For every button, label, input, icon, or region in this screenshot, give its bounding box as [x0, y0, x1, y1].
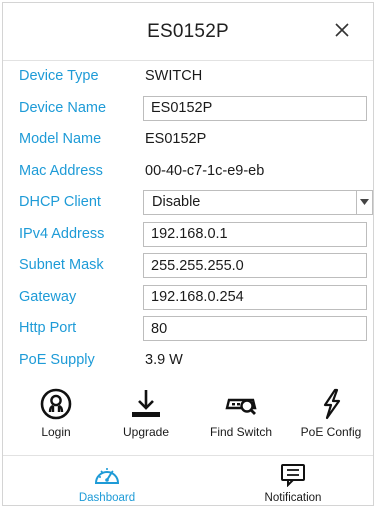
http-port-field[interactable] — [143, 316, 367, 341]
notification-icon — [279, 463, 307, 488]
gateway-field[interactable] — [143, 284, 367, 310]
login-label: Login — [41, 425, 71, 439]
device-name-field[interactable] — [143, 95, 367, 121]
device-info-list: Device Type SWITCH Device Name Model Nam… — [3, 61, 373, 376]
model-name-value: ES0152P — [145, 131, 207, 147]
upgrade-icon — [128, 386, 164, 422]
poe-config-button[interactable]: PoE Config — [286, 386, 376, 448]
subnet-mask-label: Subnet Mask — [19, 257, 104, 273]
device-type-value: SWITCH — [145, 68, 203, 84]
upgrade-label: Upgrade — [122, 425, 170, 439]
gateway-label: Gateway — [19, 288, 77, 305]
poe-config-label: PoE Config — [300, 425, 362, 439]
row-subnet-mask: Subnet Mask — [3, 250, 373, 282]
dhcp-client-value: Disable — [152, 194, 201, 210]
row-mac-address: Mac Address 00-40-c7-1c-e9-eb — [3, 156, 373, 188]
find-switch-button[interactable]: Find Switch — [196, 386, 286, 448]
device-title: ES0152P — [147, 21, 229, 42]
tab-notification[interactable]: Notification — [233, 463, 353, 507]
find-switch-label: Find Switch — [209, 425, 273, 439]
http-port-label: Http Port — [19, 320, 77, 336]
poe-config-icon — [313, 386, 349, 422]
panel-header: ES0152P — [3, 3, 373, 61]
bottom-tab-bar: Dashboard Notification — [3, 459, 373, 507]
tab-dashboard[interactable]: Dashboard — [47, 463, 167, 507]
row-model-name: Model Name ES0152P — [3, 124, 373, 156]
login-icon — [38, 386, 74, 422]
upgrade-button[interactable]: Upgrade — [101, 386, 191, 448]
row-ipv4-address: IPv4 Address — [3, 219, 373, 251]
device-name-label: Device Name — [19, 99, 107, 116]
ipv4-address-label: IPv4 Address — [19, 225, 105, 242]
row-device-name: Device Name — [3, 93, 373, 125]
tab-notification-label: Notification — [264, 492, 322, 504]
dhcp-client-select[interactable]: Disable — [143, 190, 373, 215]
find-switch-icon — [223, 386, 259, 422]
close-icon[interactable] — [329, 17, 355, 43]
poe-supply-label: PoE Supply — [19, 351, 95, 368]
row-poe-supply: PoE Supply 3.9 W — [3, 345, 373, 377]
row-gateway: Gateway — [3, 282, 373, 314]
subnet-mask-field[interactable] — [143, 253, 367, 278]
poe-supply-value: 3.9 W — [145, 351, 183, 368]
mac-address-value: 00-40-c7-1c-e9-eb — [145, 162, 265, 179]
row-http-port: Http Port — [3, 313, 373, 345]
mac-address-label: Mac Address — [19, 162, 103, 179]
action-bar: Login Upgrade Find Switch PoE Config — [3, 386, 373, 456]
row-dhcp-client: DHCP Client Disable — [3, 187, 373, 219]
row-device-type: Device Type SWITCH — [3, 61, 373, 93]
dhcp-client-label: DHCP Client — [19, 194, 101, 210]
ipv4-address-field[interactable] — [143, 221, 367, 247]
chevron-down-icon[interactable] — [356, 191, 372, 214]
tab-dashboard-label: Dashboard — [78, 492, 136, 504]
dashboard-icon — [93, 463, 121, 487]
device-type-label: Device Type — [19, 68, 99, 84]
login-button[interactable]: Login — [11, 386, 101, 448]
model-name-label: Model Name — [19, 131, 102, 147]
device-panel: ES0152P Device Type SWITCH Device Name M… — [2, 2, 374, 506]
